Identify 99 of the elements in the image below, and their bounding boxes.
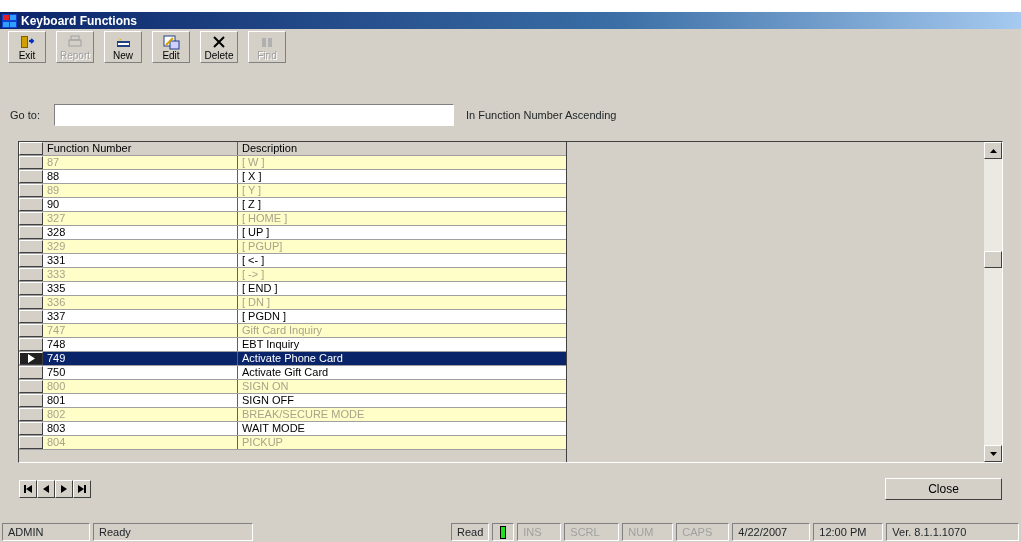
delete-button[interactable]: Delete [200, 31, 238, 63]
table-cell: [ DN ] [238, 296, 566, 309]
table-cell: [ W ] [238, 156, 566, 169]
row-selector[interactable] [19, 324, 43, 337]
status-text: 4/22/2007 [732, 523, 811, 541]
table-cell: 88 [43, 170, 238, 183]
table-cell: 747 [43, 324, 238, 337]
card-icon [114, 34, 132, 50]
pointer-icon [27, 354, 35, 363]
row-selector[interactable] [19, 254, 43, 267]
row-selector[interactable] [19, 198, 43, 211]
goto-field[interactable] [53, 104, 454, 126]
next-icon [60, 485, 68, 493]
edit-icon [162, 34, 180, 50]
down-arrow-icon [989, 451, 997, 456]
row-selector[interactable] [19, 268, 43, 281]
last-icon [78, 485, 86, 493]
table-cell: 800 [43, 380, 238, 393]
scrollbar[interactable] [984, 142, 1002, 462]
table-cell: [ PGUP] [238, 240, 566, 253]
goto-label: Go to: [10, 107, 40, 123]
row-selector[interactable] [19, 212, 43, 225]
row-selector[interactable] [19, 422, 43, 435]
table-cell: 329 [43, 240, 238, 253]
table-cell: WAIT MODE [238, 422, 566, 435]
table-cell: 335 [43, 282, 238, 295]
table-cell: 337 [43, 310, 238, 323]
row-selector[interactable] [19, 352, 43, 365]
table-cell: [ <- ] [238, 254, 566, 267]
last-record-button[interactable] [73, 480, 91, 498]
table-cell: [ X ] [238, 170, 566, 183]
table-cell: [ PGDN ] [238, 310, 566, 323]
status-text: Ver. 8.1.1.1070 [886, 523, 1019, 541]
row-selector[interactable] [19, 296, 43, 309]
window-title: Keyboard Functions [21, 12, 137, 30]
table-cell: 331 [43, 254, 238, 267]
table-cell: PICKUP [238, 436, 566, 449]
row-selector[interactable] [19, 240, 43, 253]
close-button[interactable]: Close [885, 478, 1002, 500]
table-cell: Activate Gift Card [238, 366, 566, 379]
table-cell: [ UP ] [238, 226, 566, 239]
edit-button[interactable]: Edit [152, 31, 190, 63]
row-selector[interactable] [19, 408, 43, 421]
new-button[interactable]: New [104, 31, 142, 63]
first-record-button[interactable] [19, 480, 37, 498]
table-cell: 89 [43, 184, 238, 197]
table-cell: 748 [43, 338, 238, 351]
table-cell: [ END ] [238, 282, 566, 295]
door-icon [18, 34, 36, 50]
table-cell: SIGN ON [238, 380, 566, 393]
status-text: Read [451, 523, 490, 541]
row-selector[interactable] [19, 226, 43, 239]
app-icon [2, 13, 17, 28]
previous-record-button[interactable] [37, 480, 55, 498]
delete-icon [210, 34, 228, 50]
printer-icon [66, 34, 84, 50]
table-cell: 802 [43, 408, 238, 421]
table-cell: [ HOME ] [238, 212, 566, 225]
table-cell: 750 [43, 366, 238, 379]
table-cell: 327 [43, 212, 238, 225]
table-cell: [ Y ] [238, 184, 566, 197]
table-cell: [ -> ] [238, 268, 566, 281]
row-selector[interactable] [19, 156, 43, 169]
status-text: 12:00 PM [813, 523, 884, 541]
table-cell: 336 [43, 296, 238, 309]
exit-button[interactable]: Exit [8, 31, 46, 63]
row-selector[interactable] [19, 366, 43, 379]
next-record-button[interactable] [55, 480, 73, 498]
table-cell: 803 [43, 422, 238, 435]
table-cell: 90 [43, 198, 238, 211]
table-cell: 328 [43, 226, 238, 239]
table-cell: 749 [43, 352, 238, 365]
scroll-down-button[interactable] [984, 445, 1002, 462]
previous-icon [42, 485, 50, 493]
table-cell: 87 [43, 156, 238, 169]
status-text: Ready [93, 523, 253, 541]
scroll-thumb[interactable] [984, 251, 1002, 268]
row-selector[interactable] [19, 184, 43, 197]
row-selector[interactable] [19, 338, 43, 351]
table-cell: Gift Card Inquiry [238, 324, 566, 337]
table-cell: SIGN OFF [238, 394, 566, 407]
table-cell: EBT Inquiry [238, 338, 566, 351]
up-arrow-icon [989, 148, 997, 153]
row-selector[interactable] [19, 282, 43, 295]
row-selector[interactable] [19, 380, 43, 393]
scroll-up-button[interactable] [984, 142, 1002, 159]
table-cell: 333 [43, 268, 238, 281]
table-cell: 804 [43, 436, 238, 449]
row-selector[interactable] [19, 394, 43, 407]
row-selector[interactable] [19, 436, 43, 449]
table-cell: [ Z ] [238, 198, 566, 211]
row-selector[interactable] [19, 310, 43, 323]
table-cell: 801 [43, 394, 238, 407]
status-text: ADMIN [2, 523, 90, 541]
sort-note: In Function Number Ascending [465, 107, 617, 123]
table-cell: BREAK/SECURE MODE [238, 408, 566, 421]
row-selector[interactable] [19, 170, 43, 183]
first-icon [24, 485, 32, 493]
table-cell: Activate Phone Card [238, 352, 566, 365]
